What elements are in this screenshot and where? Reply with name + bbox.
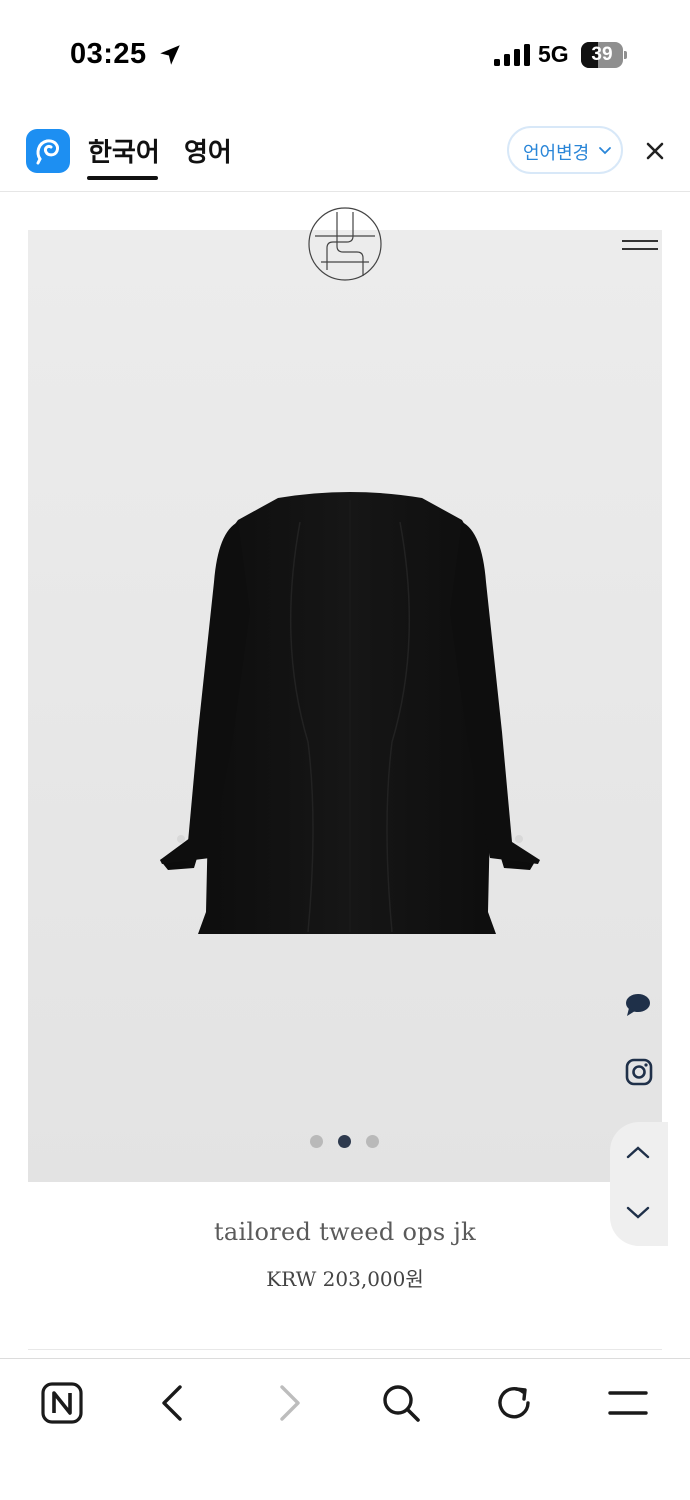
instagram-icon[interactable] [622,1055,656,1089]
chevron-up-icon[interactable] [615,1138,661,1168]
chat-bubble-icon[interactable] [615,987,661,1023]
battery-level: 39 [591,44,613,65]
network-type: 5G [538,41,569,67]
translation-bar: 한국어 영어 언어변경 [0,110,690,192]
carousel-dot[interactable] [310,1135,323,1148]
product-price: KRW 203,000원 [266,1267,424,1291]
carousel-dot[interactable] [366,1135,379,1148]
menu-icon[interactable] [604,1379,652,1427]
hamburger-menu-icon[interactable] [622,238,658,252]
brand-logo-icon[interactable] [307,206,383,282]
back-icon[interactable] [150,1379,198,1427]
active-tab-indicator [87,176,158,180]
carousel-dot-active[interactable] [338,1135,351,1148]
product-name: tailored tweed ops jk [213,1218,477,1246]
signal-bars-icon [494,44,530,66]
tab-target-language[interactable]: 영어 [184,132,232,169]
search-icon[interactable] [377,1379,425,1427]
product-image-carousel[interactable] [28,230,662,1182]
forward-icon[interactable] [264,1379,312,1427]
status-bar: 03:25 5G 39 [0,0,690,110]
tab-source-language[interactable]: 한국어 [88,132,160,169]
naver-n-icon[interactable] [38,1379,86,1427]
battery-indicator: 39 [581,42,627,68]
product-photo-jacket [160,492,540,934]
carousel-pagination [310,1135,382,1149]
divider [28,1349,662,1350]
papago-logo-icon[interactable] [26,129,70,173]
change-language-label: 언어변경 [523,143,590,164]
status-time: 03:25 [70,38,147,70]
close-icon[interactable] [643,139,667,163]
reload-icon[interactable] [490,1379,538,1427]
chevron-down-icon [599,147,611,155]
browser-toolbar [0,1358,690,1500]
change-language-button[interactable]: 언어변경 [507,126,623,174]
location-arrow-icon [160,45,180,65]
